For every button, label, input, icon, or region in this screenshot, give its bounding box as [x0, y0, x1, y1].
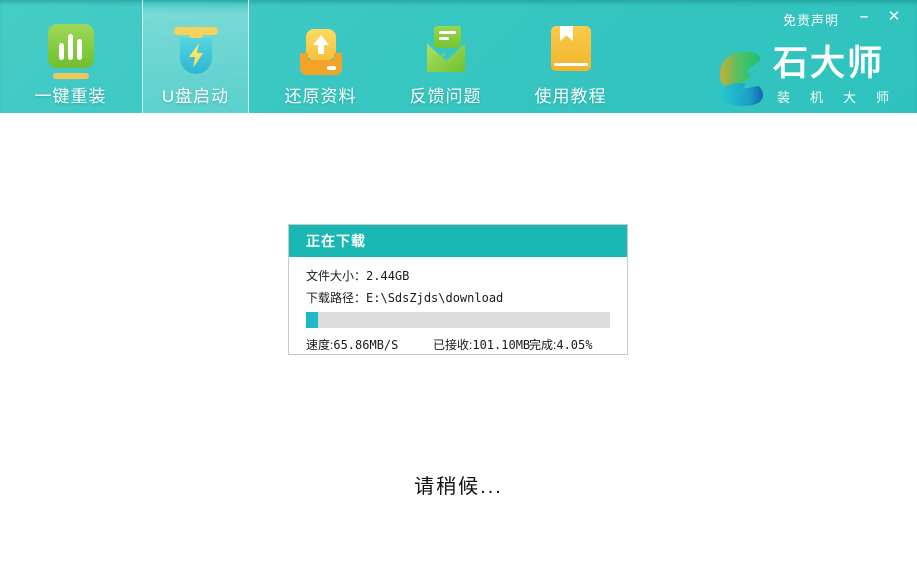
- tab-usb-boot[interactable]: U盘启动: [142, 0, 249, 113]
- download-dialog-body: 文件大小：2.44GB 下载路径：E:\SdsZjds\download 速度:…: [289, 257, 627, 358]
- download-path-row: 下载路径：E:\SdsZjds\download: [306, 291, 610, 305]
- tab-label: U盘启动: [162, 82, 229, 107]
- brand-subtitle: 装机大师: [773, 87, 909, 106]
- usb-boot-icon: [171, 22, 221, 78]
- close-button[interactable]: ✕: [883, 6, 905, 28]
- title-bar: 一键重装 U盘启动: [0, 0, 917, 113]
- completed-stat: 完成:4.05%: [529, 336, 592, 353]
- tab-feedback[interactable]: 反馈问题: [392, 0, 499, 113]
- brand-name: 石大师: [773, 44, 909, 84]
- download-dialog: 正在下载 文件大小：2.44GB 下载路径：E:\SdsZjds\downloa…: [288, 224, 628, 355]
- download-progress-bar: [306, 312, 610, 328]
- reinstall-chart-icon: [46, 22, 96, 78]
- tab-one-key-reinstall[interactable]: 一键重装: [17, 0, 124, 113]
- download-dialog-title: 正在下载: [289, 225, 627, 257]
- received-stat: 已接收:101.10MB: [433, 336, 530, 353]
- speed-stat: 速度:65.86MB/S: [306, 336, 398, 353]
- minimize-button[interactable]: –: [853, 6, 875, 28]
- tab-label: 使用教程: [535, 82, 607, 107]
- file-size-label: 文件大小：: [306, 269, 366, 283]
- tab-label: 还原资料: [285, 82, 357, 107]
- brand-logo-icon: [713, 44, 765, 111]
- brand-logo: 石大师 装机大师: [713, 44, 909, 111]
- tab-tutorial[interactable]: 使用教程: [517, 0, 624, 113]
- main-nav: 一键重装 U盘启动: [17, 0, 624, 113]
- tab-label: 一键重装: [35, 82, 107, 107]
- download-progress-fill: [306, 312, 318, 328]
- download-path-label: 下载路径：: [306, 291, 366, 305]
- feedback-mail-icon: [421, 22, 471, 78]
- please-wait-text: 请稍候...: [0, 470, 917, 499]
- tab-restore-data[interactable]: 还原资料: [267, 0, 374, 113]
- restore-data-icon: [296, 22, 346, 78]
- disclaimer-link[interactable]: 免责声明: [783, 10, 839, 29]
- file-size-value: 2.44GB: [366, 269, 409, 283]
- tab-label: 反馈问题: [410, 82, 482, 107]
- file-size-row: 文件大小：2.44GB: [306, 269, 610, 283]
- download-path-value: E:\SdsZjds\download: [366, 291, 503, 305]
- download-stats-row: 速度:65.86MB/S 已接收:101.10MB 完成:4.05%: [306, 336, 610, 350]
- tutorial-book-icon: [546, 22, 596, 78]
